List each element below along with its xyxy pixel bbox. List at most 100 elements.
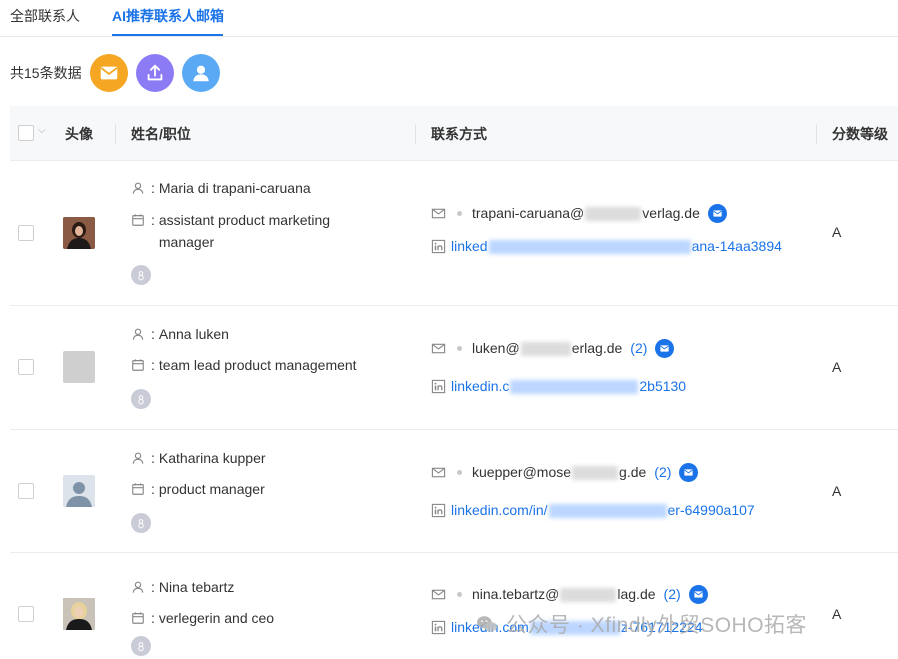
header-contact: 联系方式 [431, 126, 487, 142]
table-row[interactable]: : Katharina kupper : product manager kue… [10, 430, 898, 553]
owner-avatar-icon[interactable] [131, 265, 151, 285]
send-email-icon[interactable] [655, 338, 675, 358]
contact-title: : assistant product marketing manager [131, 209, 359, 253]
redacted-text [548, 504, 667, 519]
send-email-icon[interactable] [707, 203, 727, 223]
contact-name-text: Katharina kupper [158, 450, 266, 466]
avatar [63, 598, 95, 630]
contact-name: : Nina tebartz [131, 576, 234, 598]
separator-colon: : [151, 450, 155, 466]
owner-avatar-icon[interactable] [131, 389, 151, 409]
email-address[interactable]: kuepper@mose g.de [472, 462, 646, 482]
export-button[interactable] [135, 54, 174, 92]
send-mail-button[interactable] [89, 54, 128, 92]
contact-title-text: team lead product management [158, 357, 357, 373]
select-all-checkbox[interactable] [18, 125, 34, 141]
tab-ai-recommended[interactable]: AI推荐联系人邮箱 [112, 6, 224, 26]
grade-value: A [832, 483, 842, 499]
email-address[interactable]: luken@ erlag.de [472, 338, 622, 358]
linkedin-icon [431, 619, 447, 635]
user-icon [131, 177, 147, 199]
email-address[interactable]: nina.tebartz@ lag.de [472, 584, 656, 604]
email-address[interactable]: trapani-caruana@ verlag.de [472, 203, 700, 223]
row-checkbox[interactable] [18, 606, 34, 622]
header-divider [816, 124, 817, 144]
separator-colon: : [151, 481, 155, 497]
envelope-icon [431, 464, 447, 480]
avatar [63, 351, 95, 383]
contact-name: : Maria di trapani-caruana [131, 177, 311, 199]
avatar [63, 475, 95, 507]
status-dot [457, 345, 462, 351]
email-count[interactable]: (2) [654, 462, 671, 482]
watermark: 公众号 · Xfindly外贸SOHO拓客 [476, 609, 807, 639]
calendar-icon [131, 478, 147, 500]
row-checkbox[interactable] [18, 225, 34, 241]
grade-value: A [832, 606, 842, 622]
separator-colon: : [151, 579, 155, 595]
owner-avatar-icon[interactable] [131, 636, 151, 656]
email-line: trapani-caruana@ verlag.de [431, 203, 727, 223]
active-tab-indicator [112, 34, 223, 36]
email-line: luken@ erlag.de (2) [431, 338, 675, 358]
linkedin-icon [431, 238, 447, 254]
status-dot [457, 591, 462, 597]
envelope-icon [431, 340, 447, 356]
contact-name: : Anna luken [131, 323, 229, 345]
table-row[interactable]: : Anna luken : team lead product managem… [10, 306, 898, 430]
row-checkbox[interactable] [18, 359, 34, 375]
contact-title-text: verlegerin and ceo [158, 610, 275, 626]
email-count[interactable]: (2) [630, 338, 647, 358]
contact-title-text: product manager [158, 481, 265, 497]
send-email-icon[interactable] [688, 584, 708, 604]
redacted-text [520, 342, 571, 357]
record-count: 共15条数据 [10, 65, 82, 81]
header-divider [115, 124, 116, 144]
contact-title-text: assistant product marketing manager [158, 212, 331, 250]
calendar-icon [131, 209, 147, 231]
tab-bar: 全部联系人 AI推荐联系人邮箱 [0, 0, 898, 37]
redacted-text [488, 240, 691, 255]
table-header: ⌵ 头像 姓名/职位 联系方式 分数等级 [10, 106, 898, 161]
header-avatar: 头像 [65, 126, 93, 142]
user-icon [131, 576, 147, 598]
header-grade: 分数等级 [832, 126, 888, 142]
send-email-icon[interactable] [679, 462, 699, 482]
mail-icon [100, 66, 117, 80]
grade-value: A [832, 359, 842, 375]
avatar [63, 217, 95, 249]
email-line: nina.tebartz@ lag.de (2) [431, 584, 708, 604]
linkedin-url[interactable]: linkedin.c 2b5130 [451, 376, 686, 396]
toolbar: 共15条数据 [10, 54, 228, 92]
calendar-icon [131, 607, 147, 629]
status-dot [457, 469, 462, 475]
envelope-icon [431, 586, 447, 602]
linkedin-url[interactable]: linkedin.com/in/er-64990a107 [451, 500, 755, 520]
header-divider [415, 124, 416, 144]
status-dot [457, 210, 462, 216]
separator-colon: : [151, 326, 155, 342]
add-contact-button[interactable] [181, 54, 220, 92]
envelope-icon [431, 205, 447, 221]
row-checkbox[interactable] [18, 483, 34, 499]
calendar-icon [131, 354, 147, 376]
chevron-down-icon[interactable]: ⌵ [38, 125, 46, 136]
linkedin-icon [431, 378, 447, 394]
user-icon [131, 323, 147, 345]
contacts-table: ⌵ 头像 姓名/职位 联系方式 分数等级 : Maria di trapani-… [10, 106, 898, 656]
contact-name: : Katharina kupper [131, 447, 266, 469]
tab-all-contacts[interactable]: 全部联系人 [10, 6, 80, 26]
user-icon [131, 447, 147, 469]
default-avatar-icon [63, 475, 95, 507]
wechat-icon [477, 616, 497, 632]
profile-photo [63, 217, 95, 249]
redacted-text [510, 380, 639, 395]
email-count[interactable]: (2) [664, 584, 681, 604]
contact-title: : team lead product management [131, 354, 419, 376]
contact-title: : product manager [131, 478, 359, 500]
profile-photo [63, 598, 95, 630]
owner-avatar-icon[interactable] [131, 513, 151, 533]
linkedin-url[interactable]: linked ana-14aa3894 [451, 236, 782, 256]
email-line: kuepper@mose g.de (2) [431, 462, 699, 482]
table-row[interactable]: : Maria di trapani-caruana : assistant p… [10, 161, 898, 306]
